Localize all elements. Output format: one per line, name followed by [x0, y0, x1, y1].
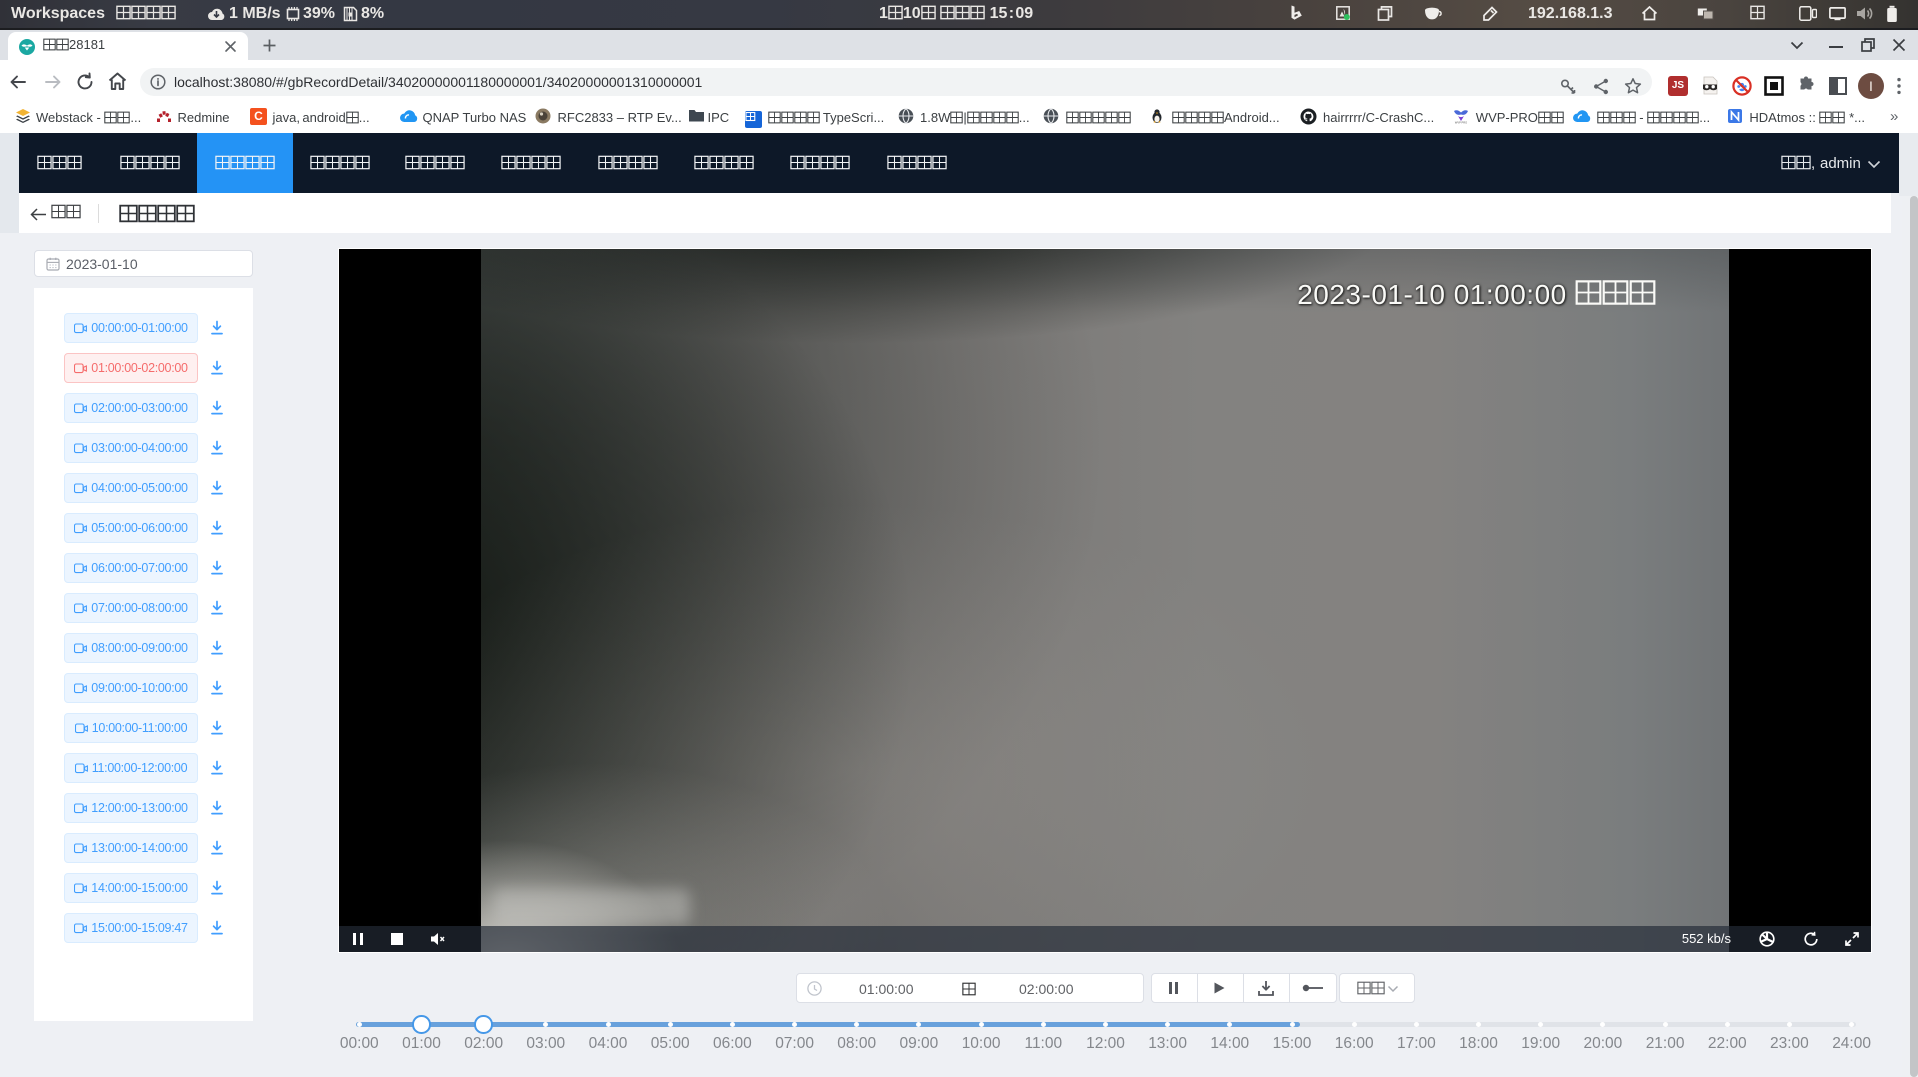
svg-text:WVP PRO: WVP PRO	[1455, 120, 1467, 124]
